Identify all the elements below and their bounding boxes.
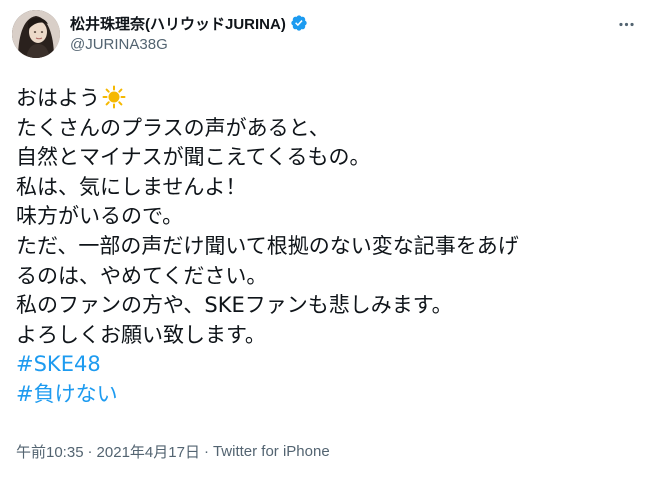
tweet-line: おはよう [16, 84, 640, 114]
verified-badge-icon [290, 14, 308, 32]
meta-separator: · [87, 442, 93, 460]
tweet-line: よろしくお願い致します。 [16, 322, 266, 347]
tweet-line: 私は、気にしませんよ！ [16, 174, 247, 199]
tweet-line: るのは、やめてください。 [16, 263, 268, 288]
sun-emoji-icon [102, 85, 126, 109]
tweet-meta: 午前10:35 · 2021年4月17日 · Twitter for iPhon… [16, 441, 330, 461]
meta-separator: · [203, 442, 209, 460]
more-options-button[interactable] [614, 12, 638, 36]
tweet-source[interactable]: Twitter for iPhone [213, 443, 330, 460]
avatar[interactable] [12, 10, 60, 58]
tweet-line-text: おはよう [16, 86, 100, 110]
tweet-line: ただ、一部の声だけ聞いて根拠のない変な記事をあげ [16, 233, 519, 258]
tweet-text: おはよう たくさんのプラスの声があると、 自然とマイナスが聞こえてくるもの。 私… [16, 84, 640, 410]
hashtag-link-ske48[interactable]: #SKE48 [16, 352, 101, 376]
tweet-line-hashtags: #負けない [16, 380, 640, 410]
hashtag-link-makenai[interactable]: #負けない [16, 382, 118, 406]
display-name[interactable]: 松井珠理奈(ハリウッドJURINA) [70, 13, 286, 34]
more-horizontal-icon [618, 22, 634, 26]
tweet-date[interactable]: 2021年4月17日 [97, 441, 200, 462]
user-handle[interactable]: @JURINA38G [70, 36, 168, 53]
avatar-photo-icon [12, 10, 60, 58]
tweet-line: 味方がいるので。 [16, 204, 184, 229]
tweet-line-hashtags: #SKE48 [16, 350, 640, 380]
tweet-line: 自然とマイナスが聞こえてくるもの。 [16, 145, 371, 170]
tweet-card: 松井珠理奈(ハリウッドJURINA) @JURINA38G おはよう たくさんの… [0, 0, 650, 482]
tweet-line: 私のファンの方や、SKEファンも悲しみます。 [16, 293, 453, 318]
tweet-line: たくさんのプラスの声があると、 [16, 115, 330, 140]
author-name-row[interactable]: 松井珠理奈(ハリウッドJURINA) [70, 13, 308, 33]
tweet-time[interactable]: 午前10:35 [16, 441, 84, 462]
